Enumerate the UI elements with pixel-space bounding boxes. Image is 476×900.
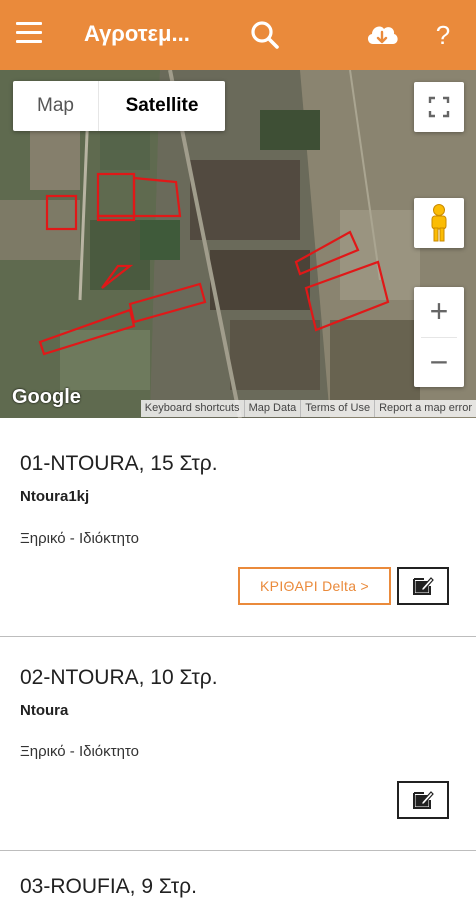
field-description: Ξηρικό - Ιδιόκτητο	[20, 530, 139, 547]
help-icon[interactable]: ?	[424, 16, 462, 54]
edit-icon	[413, 791, 434, 809]
field-subtitle: Ntoura1kj	[20, 488, 90, 505]
app-title: Αγροτεμ...	[84, 21, 190, 46]
hamburger-menu-icon[interactable]	[16, 22, 44, 48]
zoom-in-button[interactable]: +	[414, 287, 464, 337]
field-title: 01-NTOURA, 15 Στρ.	[20, 452, 218, 475]
edit-button[interactable]	[397, 567, 449, 605]
zoom-controls: + −	[414, 287, 464, 387]
satellite-map[interactable]: Map Satellite + − Google Keyboard shortc…	[0, 70, 476, 418]
google-logo: Google	[12, 386, 81, 408]
map-type-satellite-button[interactable]: Satellite	[99, 81, 225, 131]
field-description: Ξηρικό - Ιδιόκτητο	[20, 743, 139, 760]
map-data-link[interactable]: Map Data	[243, 400, 301, 417]
pegman-icon	[431, 204, 447, 242]
search-icon[interactable]	[246, 16, 284, 54]
edit-button[interactable]	[397, 781, 449, 819]
map-attribution-bar: Keyboard shortcuts Map Data Terms of Use…	[140, 400, 476, 417]
app-bar: Αγροτεμ... ?	[0, 0, 476, 70]
map-type-map-button[interactable]: Map	[13, 81, 99, 131]
field-title: 02-NTOURA, 10 Στρ.	[20, 666, 218, 689]
terms-of-use-link[interactable]: Terms of Use	[300, 400, 374, 417]
crop-button[interactable]: ΚΡΙΘΑΡΙ Delta >	[238, 567, 391, 605]
field-title: 03-ROUFIA, 9 Στρ.	[20, 875, 197, 898]
cloud-download-icon[interactable]	[363, 16, 401, 54]
map-type-switcher: Map Satellite	[13, 81, 225, 131]
list-item[interactable]: 03-ROUFIA, 9 Στρ.	[0, 851, 476, 900]
list-item[interactable]: 02-NTOURA, 10 Στρ. Ntoura Ξηρικό - Ιδιόκ…	[0, 637, 476, 851]
street-view-pegman-button[interactable]	[414, 198, 464, 248]
field-subtitle: Ntoura	[20, 702, 69, 719]
fullscreen-icon	[428, 96, 450, 118]
zoom-out-button[interactable]: −	[414, 337, 464, 387]
report-map-error-link[interactable]: Report a map error	[374, 400, 476, 417]
edit-icon	[413, 577, 434, 595]
list-item[interactable]: 01-NTOURA, 15 Στρ. Ntoura1kj Ξηρικό - Ιδ…	[0, 418, 476, 637]
fullscreen-button[interactable]	[414, 82, 464, 132]
field-list: 01-NTOURA, 15 Στρ. Ntoura1kj Ξηρικό - Ιδ…	[0, 418, 476, 900]
keyboard-shortcuts-link[interactable]: Keyboard shortcuts	[141, 400, 244, 417]
